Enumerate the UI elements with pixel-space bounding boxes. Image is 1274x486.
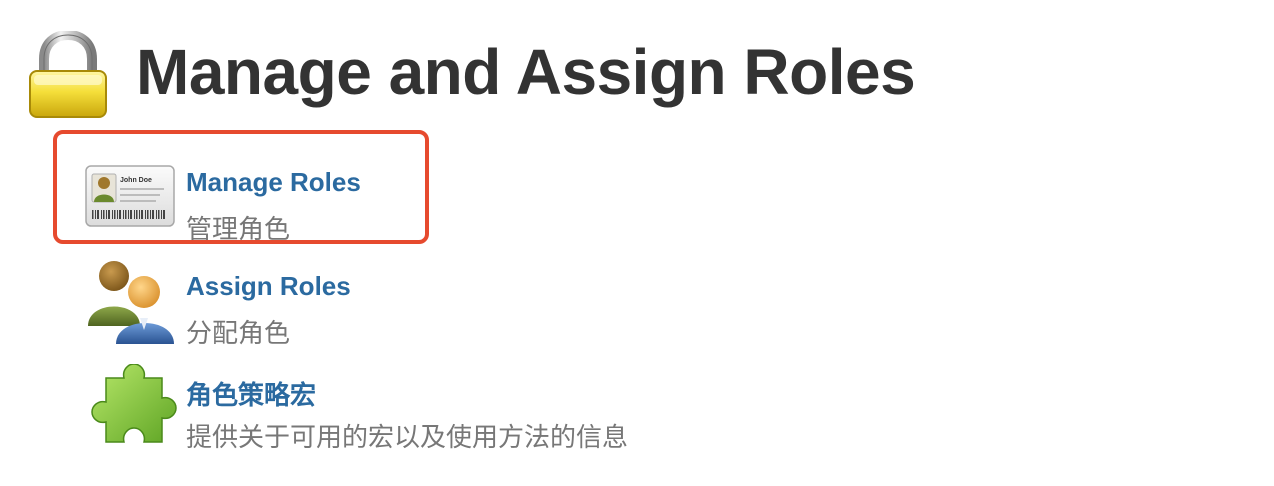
manage-roles-item[interactable]: John Doe Manage Roles 管理角色 [84, 156, 684, 244]
users-icon[interactable] [84, 260, 178, 348]
manage-roles-link[interactable]: Manage Roles [186, 167, 361, 198]
role-macros-description: 提供关于可用的宏以及使用方法的信息 [186, 422, 629, 452]
assign-roles-link[interactable]: Assign Roles [186, 271, 351, 302]
role-macros-item[interactable]: 角色策略宏 提供关于可用的宏以及使用方法的信息 [84, 364, 684, 452]
lock-icon [29, 31, 107, 118]
assign-roles-description: 分配角色 [186, 318, 291, 348]
manage-roles-description: 管理角色 [186, 214, 291, 244]
page-title: Manage and Assign Roles [136, 36, 916, 108]
assign-roles-item[interactable]: Assign Roles 分配角色 [84, 260, 684, 348]
card-name-text: John Doe [120, 177, 152, 184]
page-header: Manage and Assign Roles [26, 28, 916, 124]
role-macros-link[interactable]: 角色策略宏 [186, 375, 316, 412]
id-card-icon[interactable]: John Doe [84, 156, 178, 244]
puzzle-piece-icon[interactable] [84, 364, 178, 452]
